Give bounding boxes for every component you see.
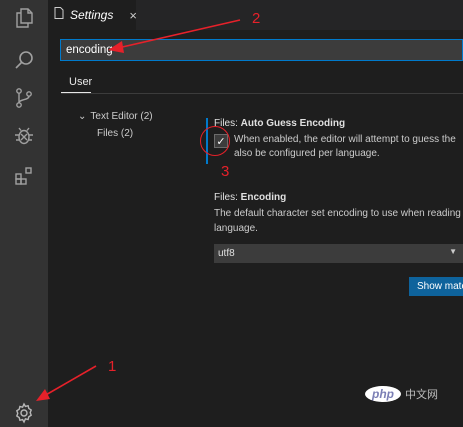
watermark-text: 中文网 bbox=[405, 389, 438, 401]
annotation-label-1: 1 bbox=[108, 358, 117, 375]
arrowhead bbox=[108, 41, 124, 53]
annotation-label-3: 3 bbox=[221, 163, 230, 180]
annotation-arrow-2 bbox=[117, 19, 241, 49]
annotation-arrows bbox=[36, 19, 241, 401]
annotation-label-2: 2 bbox=[252, 10, 261, 27]
php-logo: php bbox=[365, 386, 401, 402]
watermark: php 中文网 bbox=[365, 386, 438, 402]
annotation-circle bbox=[200, 126, 230, 156]
annotation-arrow-1 bbox=[43, 365, 97, 397]
arrowhead bbox=[36, 389, 50, 401]
